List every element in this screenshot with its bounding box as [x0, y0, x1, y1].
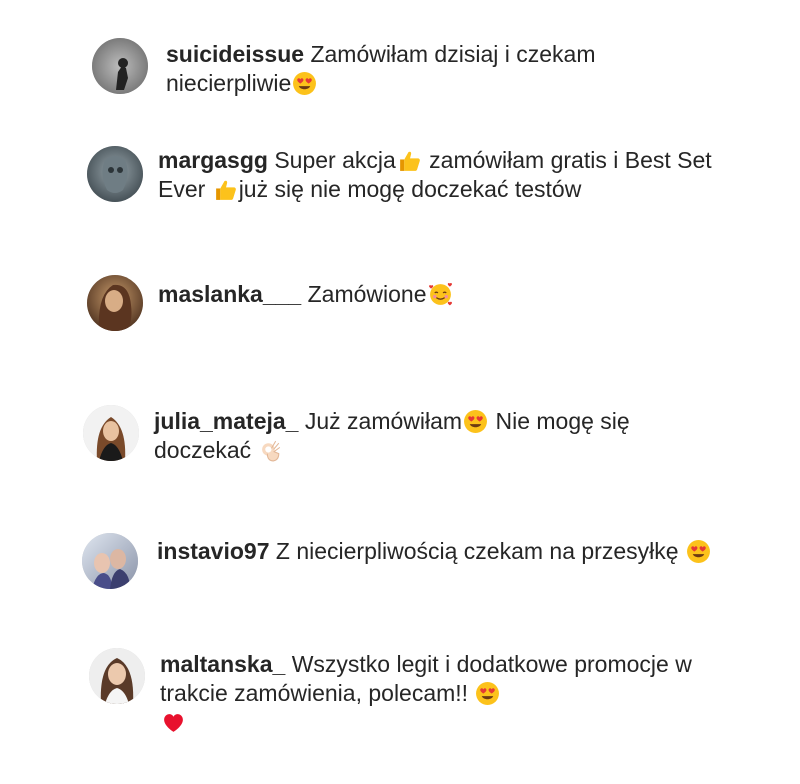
ok-hand-emoji — [259, 438, 284, 463]
comment-text: maslanka___ Zamówione — [158, 280, 718, 309]
comment-username[interactable]: maslanka___ — [158, 281, 301, 307]
avatar-image — [87, 146, 143, 202]
avatar[interactable] — [83, 405, 139, 461]
heart-eyes-emoji — [686, 539, 711, 564]
smiling-face-with-hearts-emoji — [428, 282, 453, 307]
avatar[interactable] — [92, 38, 148, 94]
thumbs-up-emoji — [397, 148, 422, 173]
thumbs-up-emoji — [213, 177, 238, 202]
avatar-image — [82, 533, 138, 589]
avatar[interactable] — [89, 648, 145, 704]
comment-username[interactable]: margasgg — [158, 147, 268, 173]
heart-eyes-emoji — [292, 71, 317, 96]
avatar-image — [83, 405, 139, 461]
comment-username[interactable]: instavio97 — [157, 538, 270, 564]
avatar[interactable] — [87, 146, 143, 202]
comment-username[interactable]: julia_mateja_ — [154, 408, 298, 434]
heart-eyes-emoji — [475, 681, 500, 706]
avatar-image — [92, 38, 148, 94]
red-heart-emoji — [161, 710, 186, 735]
comment-body: Z niecierpliwością czekam na przesyłkę — [275, 538, 685, 564]
avatar[interactable] — [87, 275, 143, 331]
avatar-image — [87, 275, 143, 331]
comment-body: już się nie mogę doczekać testów — [238, 176, 582, 202]
comment-username[interactable]: suicideissue — [166, 41, 304, 67]
comment-text: margasgg Super akcja zamówiłam gratis i … — [158, 146, 718, 204]
comment-text: instavio97 Z niecierpliwością czekam na … — [157, 537, 717, 566]
comment-text: julia_mateja_ Już zamówiłam Nie mogę się… — [154, 407, 714, 465]
avatar-image — [89, 648, 145, 704]
comment-text: suicideissue Zamówiłam dzisiaj i czekam … — [166, 40, 726, 98]
comment-body: Zamówione — [307, 281, 427, 307]
comment-username[interactable]: maltanska_ — [160, 651, 285, 677]
avatar[interactable] — [82, 533, 138, 589]
heart-eyes-emoji — [463, 409, 488, 434]
comment-text: maltanska_ Wszystko legit i dodatkowe pr… — [160, 650, 720, 737]
comment-body: Super akcja — [274, 147, 396, 173]
comment-body: Już zamówiłam — [304, 408, 463, 434]
